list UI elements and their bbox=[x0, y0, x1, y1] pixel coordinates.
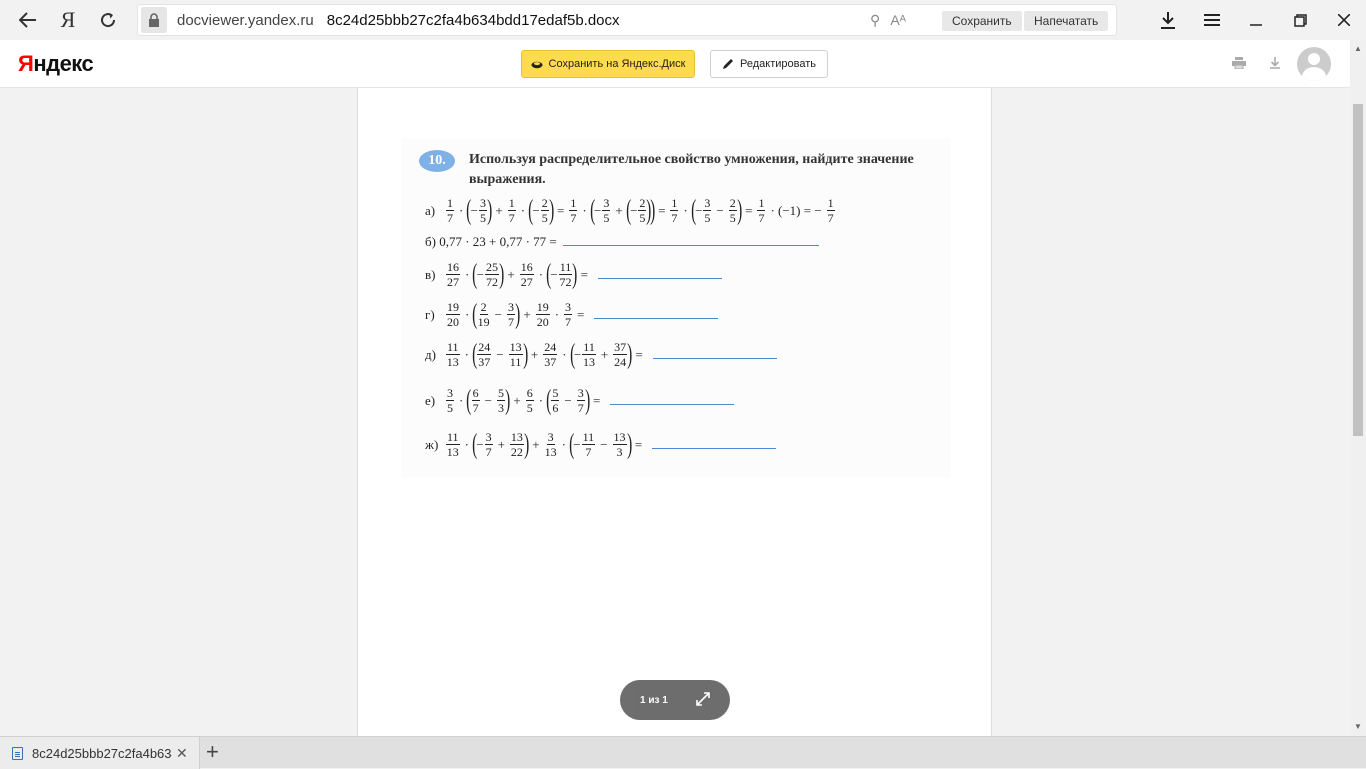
downloads-icon[interactable] bbox=[1146, 0, 1190, 40]
answer-line bbox=[562, 238, 819, 246]
close-icon[interactable]: ✕ bbox=[176, 745, 188, 762]
exercise-row-d: д) 11 13 · (24 37−13 11) +24 37 · (−11 13 +37 24)… bbox=[425, 340, 777, 369]
close-window-icon[interactable] bbox=[1322, 0, 1366, 40]
save-to-disk-button[interactable]: Сохранить на Яндекс.Диск bbox=[521, 50, 695, 78]
save-to-disk-label: Сохранить на Яндекс.Диск bbox=[548, 58, 686, 70]
downloads-bar: 8c24d25bbb27c2fa4b634bdd17edaf5b.docx ✕ … bbox=[0, 736, 1366, 769]
task-statement: Используя распределительное свойство умн… bbox=[469, 152, 914, 187]
print-icon[interactable] bbox=[1232, 56, 1246, 72]
address-domain: docviewer.yandex.ru bbox=[177, 11, 314, 29]
save-page-button[interactable]: Сохранить bbox=[942, 11, 1022, 31]
lock-icon[interactable] bbox=[141, 7, 167, 33]
address-bar[interactable]: docviewer.yandex.ru 8c24d25bbb27c2fa4b63… bbox=[137, 4, 1117, 36]
scroll-up-icon[interactable]: ▲ bbox=[1354, 44, 1362, 53]
exercise-row-b-text: б) 0,77 · 23 + 0,77 · 77 = bbox=[425, 234, 557, 249]
fullscreen-icon[interactable] bbox=[696, 691, 710, 709]
task-number-badge: 10. bbox=[419, 150, 455, 172]
exercise-row-b: б) 0,77 · 23 + 0,77 · 77 = bbox=[425, 234, 819, 250]
disk-icon bbox=[531, 61, 543, 69]
answer-line bbox=[652, 351, 777, 359]
minimize-icon[interactable] bbox=[1234, 0, 1278, 40]
scroll-down-icon[interactable]: ▼ bbox=[1354, 722, 1362, 731]
answer-line bbox=[594, 311, 719, 319]
print-page-button[interactable]: Напечатать bbox=[1024, 11, 1109, 31]
scanned-exercise-image: 10. Используя распределительное свойство… bbox=[401, 138, 951, 478]
exercise-row-a: а) 1 7 · (−3 5) +1 7 · (−2 5) = 1 7 · (−3 5 + (−2 5)… bbox=[425, 194, 835, 226]
scroll-thumb[interactable] bbox=[1353, 104, 1363, 436]
download-item[interactable]: 8c24d25bbb27c2fa4b634bdd17edaf5b.docx ✕ bbox=[0, 737, 200, 769]
yandex-home-button[interactable]: Я bbox=[48, 0, 88, 40]
address-path: 8c24d25bbb27c2fa4b634bdd17edaf5b.docx bbox=[326, 11, 620, 29]
download-icon[interactable] bbox=[1270, 56, 1280, 72]
restore-icon[interactable] bbox=[1278, 0, 1322, 40]
page-scrollbar[interactable]: ▲ ▼ bbox=[1350, 40, 1366, 736]
exercise-row-v: в) 16 27 · (−25 72) +16 27 · (−11 72) = bbox=[425, 260, 722, 289]
download-filename: 8c24d25bbb27c2fa4b634bdd17edaf5b.docx bbox=[32, 745, 172, 761]
edit-label: Редактировать bbox=[740, 58, 816, 70]
plus-icon[interactable]: + bbox=[206, 741, 219, 763]
reload-icon[interactable] bbox=[88, 0, 128, 40]
exercise-row-e: е) 3 5 · (6 7−5 3) +6 5 · (5 6−3 7) = bbox=[425, 386, 735, 415]
answer-line bbox=[597, 271, 722, 279]
page-count: 1 из 1 bbox=[640, 694, 668, 706]
menu-icon[interactable] bbox=[1190, 0, 1234, 40]
document-file-icon bbox=[12, 746, 23, 760]
back-arrow-icon[interactable] bbox=[8, 0, 48, 40]
answer-line bbox=[610, 397, 735, 405]
avatar[interactable] bbox=[1297, 47, 1331, 81]
page-indicator: 1 из 1 bbox=[620, 680, 730, 720]
translate-icon[interactable]: Aᴬ bbox=[890, 12, 906, 29]
answer-line bbox=[652, 441, 777, 449]
browser-toolbar: Я docviewer.yandex.ru 8c24d25bbb27c2fa4b… bbox=[0, 0, 1366, 40]
document-page: 10. Используя распределительное свойство… bbox=[357, 88, 992, 736]
pencil-icon bbox=[723, 59, 733, 69]
exercise-row-zh: ж) 11 13 · (−3 7 +13 22) +3 13 · (−11 7−13 3) = bbox=[425, 430, 777, 459]
search-page-icon[interactable]: ⚲ bbox=[870, 12, 880, 29]
yandex-logo[interactable]: Яндекс bbox=[18, 51, 94, 77]
docviewer-header: Яндекс Сохранить на Яндекс.Диск Редактир… bbox=[0, 40, 1350, 88]
exercise-row-g: г) 19 20 · (2 19−3 7) +19 20 · 3 7 = bbox=[425, 300, 719, 329]
edit-button[interactable]: Редактировать bbox=[710, 50, 828, 78]
